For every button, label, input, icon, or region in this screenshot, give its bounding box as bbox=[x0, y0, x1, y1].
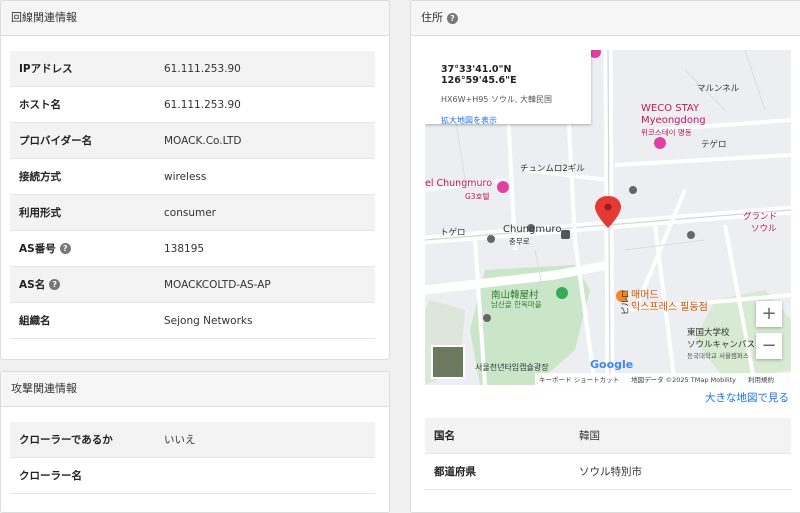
line-info-title: 回線関連情報 bbox=[11, 11, 77, 24]
plus-code: HX6W+H95 ソウル, 大韓民国 bbox=[441, 95, 553, 104]
map-label: WECO STAY bbox=[641, 103, 700, 114]
row-key: 接続方式 bbox=[10, 158, 164, 195]
map-label: 익스프레스 필동점 bbox=[631, 302, 708, 313]
table-row: 国名 韓国 bbox=[425, 418, 791, 454]
address-header: 住所 ? bbox=[411, 1, 800, 36]
attack-info-header: 攻撃関連情報 bbox=[1, 372, 389, 407]
row-value: Sejong Networks bbox=[164, 302, 375, 339]
map-label: 남산골 한옥마을 bbox=[491, 300, 542, 309]
zoom-in-button[interactable]: + bbox=[756, 301, 782, 327]
attack-info-card: 攻撃関連情報 クローラーであるか いいえ クローラー名 bbox=[0, 371, 390, 513]
map-label: Myeongdong bbox=[641, 115, 706, 126]
help-icon[interactable]: ? bbox=[447, 12, 458, 24]
map-label: ソウル bbox=[751, 224, 777, 234]
map[interactable]: WECO STAY Myeongdong 위코스테이 명동 マルンネル テゲロ … bbox=[425, 50, 791, 385]
map-label: G3호텔 bbox=[465, 192, 490, 201]
address-table: 国名 韓国 都道府県 ソウル特別市 bbox=[425, 418, 791, 490]
row-key: 利用形式 bbox=[10, 194, 164, 231]
attack-info-table: クローラーであるか いいえ クローラー名 bbox=[10, 422, 375, 494]
map-label: ソウルキャンパス bbox=[687, 340, 756, 350]
row-value bbox=[164, 457, 375, 494]
terms-link[interactable]: 利用規約 bbox=[748, 374, 774, 384]
row-key: IPアドレス bbox=[10, 51, 164, 87]
map-label: グランド bbox=[743, 212, 778, 222]
row-value: MOACK.Co.LTD bbox=[164, 122, 375, 159]
table-row: IPアドレス 61.111.253.90 bbox=[10, 51, 375, 87]
row-key: AS名 bbox=[19, 279, 46, 291]
address-table-wrap: 国名 韓国 都道府県 ソウル特別市 bbox=[425, 418, 791, 490]
table-row: ホスト名 61.111.253.90 bbox=[10, 86, 375, 123]
map-label: 동국대학교 서울캠퍼스 bbox=[687, 352, 749, 360]
subway-marker bbox=[561, 230, 570, 239]
line-info-header: 回線関連情報 bbox=[1, 1, 389, 36]
row-key: 都道府県 bbox=[425, 453, 579, 490]
help-icon[interactable]: ? bbox=[59, 243, 71, 254]
map-label: 東国大学校 bbox=[687, 328, 730, 338]
row-value: いいえ bbox=[164, 422, 375, 458]
landmark-marker bbox=[556, 287, 568, 299]
map-label: テゲロ bbox=[701, 140, 727, 150]
zoom-out-button[interactable]: − bbox=[756, 333, 782, 359]
row-value: 韓国 bbox=[579, 418, 791, 454]
line-info-card: 回線関連情報 IPアドレス 61.111.253.90 ホスト名 61.111.25… bbox=[0, 0, 390, 360]
keyboard-shortcuts-link[interactable]: キーボード ショートカット bbox=[539, 374, 619, 384]
enlarge-map-link[interactable]: 拡大地図を表示 bbox=[441, 115, 575, 126]
map-label: ピルロ bbox=[621, 289, 631, 315]
bus-stop-marker bbox=[687, 231, 695, 239]
map-label: マルンネル bbox=[697, 84, 740, 94]
row-value: 61.111.253.90 bbox=[164, 86, 375, 123]
map-label: トゲロ bbox=[440, 228, 466, 238]
map-label: 충무로 bbox=[509, 237, 530, 246]
map-attribution: キーボード ショートカット 地図データ ©2025 TMap Mobility … bbox=[535, 373, 791, 385]
row-key: プロバイダー名 bbox=[10, 122, 164, 159]
map-label: チュンムロ2ギル bbox=[520, 164, 585, 174]
line-info-table: IPアドレス 61.111.253.90 ホスト名 61.111.253.90 プロ… bbox=[10, 51, 375, 339]
row-key: AS番号 bbox=[19, 243, 56, 255]
map-label: el Chungmuro bbox=[425, 178, 493, 189]
row-value: 61.111.253.90 bbox=[164, 51, 375, 87]
table-row: クローラーであるか いいえ bbox=[10, 422, 375, 458]
address-title: 住所 bbox=[421, 11, 443, 24]
large-map-link[interactable]: 大きな地図で見る bbox=[705, 390, 789, 405]
row-key: 組織名 bbox=[10, 302, 164, 339]
row-key: ホスト名 bbox=[10, 86, 164, 123]
row-key: 国名 bbox=[425, 418, 579, 454]
table-row: 接続方式 wireless bbox=[10, 158, 375, 195]
row-key: クローラー名 bbox=[10, 457, 164, 494]
row-value: MOACKCOLTD-AS-AP bbox=[164, 266, 375, 303]
table-row: プロバイダー名 MOACK.Co.LTD bbox=[10, 122, 375, 159]
map-label: Chungmuro bbox=[503, 224, 562, 235]
map-info-box: 37°33'41.0"N 126°59'45.6"E HX6W+H95 ソウル,… bbox=[425, 50, 591, 126]
table-row: 利用形式 consumer bbox=[10, 194, 375, 231]
row-key: クローラーであるか bbox=[10, 422, 164, 458]
table-row: 組織名 Sejong Networks bbox=[10, 302, 375, 339]
row-value: ソウル特別市 bbox=[579, 453, 791, 490]
table-row: クローラー名 bbox=[10, 457, 375, 494]
help-icon[interactable]: ? bbox=[49, 279, 61, 290]
bus-stop-marker bbox=[483, 314, 491, 322]
row-value: 138195 bbox=[164, 230, 375, 267]
row-value: consumer bbox=[164, 194, 375, 231]
coordinates: 37°33'41.0"N 126°59'45.6"E bbox=[441, 64, 517, 86]
row-value: wireless bbox=[164, 158, 375, 195]
attack-info-title: 攻撃関連情報 bbox=[11, 382, 77, 395]
bus-stop-marker bbox=[487, 235, 495, 243]
map-data-text: 地図データ ©2025 TMap Mobility bbox=[631, 376, 737, 384]
hotel-marker bbox=[497, 181, 509, 193]
table-row: AS名? MOACKCOLTD-AS-AP bbox=[10, 266, 375, 303]
satellite-toggle[interactable] bbox=[431, 345, 465, 379]
table-row: AS番号? 138195 bbox=[10, 230, 375, 267]
google-logo: Google bbox=[590, 358, 634, 371]
table-row: 都道府県 ソウル特別市 bbox=[425, 453, 791, 490]
map-label: 서울천년타임캡슐광장 bbox=[475, 363, 549, 372]
bus-stop-marker bbox=[629, 186, 637, 194]
map-label: 위코스테이 명동 bbox=[641, 128, 692, 137]
hotel-marker bbox=[654, 137, 666, 149]
